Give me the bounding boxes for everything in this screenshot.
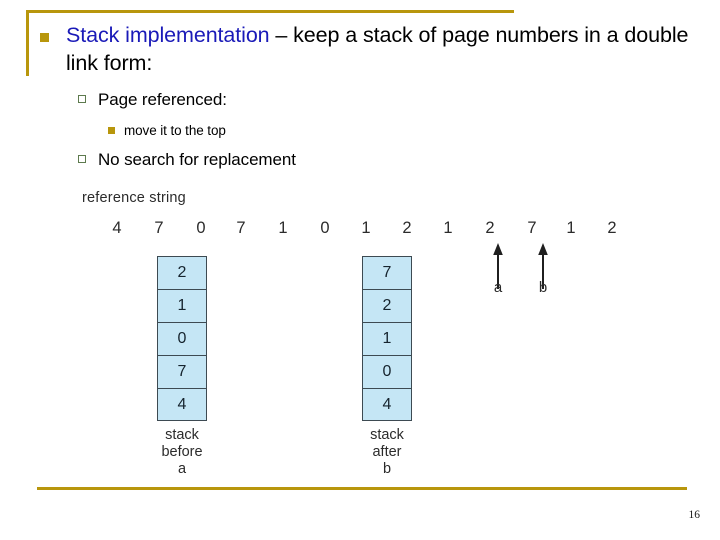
reference-string-digit: 4 [112,219,122,237]
reference-string-digit: 7 [236,219,246,237]
stack-before-caption-line2: before [161,444,203,460]
stack-before-caption-line1: stack [165,427,199,443]
stack-cell: 2 [157,256,207,289]
reference-string-label: reference string [82,190,186,206]
reference-string-digit: 2 [607,219,617,237]
stack-after-caption-line2: after [372,444,402,460]
stack-before-caption: stack before a [112,427,252,478]
stack-cell: 7 [362,256,412,289]
reference-string-digit: 2 [402,219,412,237]
pointer-label-b: b [538,279,548,296]
reference-string-digit: 7 [154,219,164,237]
stack-implementation-diagram: reference string 4 7 0 7 1 0 1 2 1 2 7 1… [0,0,720,540]
reference-string-digit: 1 [278,219,288,237]
stack-before-caption-line3: a [177,461,187,477]
reference-string-digit: 1 [443,219,453,237]
stack-after-caption: stack after b [317,427,457,478]
reference-string-digit: 1 [566,219,576,237]
stack-after-caption-line3: b [382,461,392,477]
stack-cell: 1 [362,322,412,355]
reference-string-digit: 1 [361,219,371,237]
reference-string-digit: 7 [527,219,537,237]
stack-cell: 4 [362,388,412,421]
stack-after: 7 2 1 0 4 [362,256,412,421]
stack-cell: 7 [157,355,207,388]
page-number: 16 [688,509,701,521]
stack-cell: 2 [362,289,412,322]
stack-cell: 4 [157,388,207,421]
reference-string-digit: 2 [485,219,495,237]
stack-cell: 0 [157,322,207,355]
pointer-label-a: a [493,279,503,296]
stack-cell: 1 [157,289,207,322]
stack-before: 2 1 0 7 4 [157,256,207,421]
stack-after-caption-line1: stack [370,427,404,443]
reference-string-digit: 0 [196,219,206,237]
reference-string-digit: 0 [320,219,330,237]
stack-cell: 0 [362,355,412,388]
